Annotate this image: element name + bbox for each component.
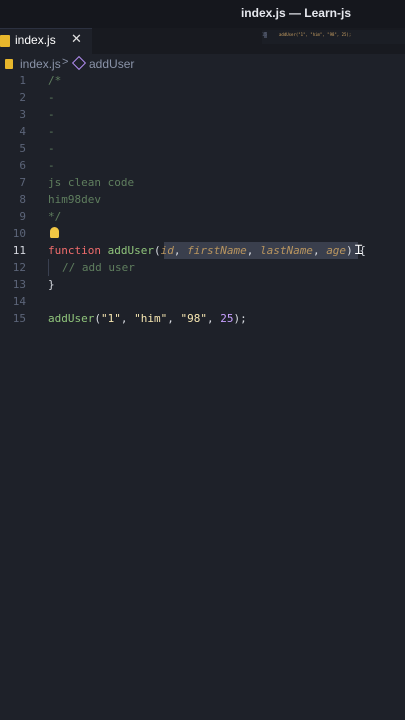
punctuation: ); [233,312,247,325]
parameter: id [160,244,174,257]
punctuation: ( [153,244,161,257]
chevron-right-icon: > [62,56,69,68]
number-literal: 25 [220,312,234,325]
parameter: lastName [259,244,313,257]
tab-index-js[interactable]: index.js ✕ [0,28,92,54]
parameter: firstName [187,244,247,257]
code-line: 10 [0,225,405,242]
line-number: 10 [12,227,26,240]
function-name: addUser [48,312,95,325]
punctuation: , [167,312,181,325]
code-line: 12 // add user [0,259,405,276]
line-number: 8 [19,193,26,206]
line-text: - [48,159,55,172]
js-file-icon [5,59,13,69]
js-file-icon [0,35,10,47]
minimap[interactable]: 15 addUser("1", "him", "98", 25); [262,30,405,44]
code-line-active: 11 function addUser(id, firstName, lastN… [0,242,405,259]
code-line: 15 addUser("1", "him", "98", 25); [0,310,405,327]
close-icon[interactable]: ✕ [71,32,82,47]
line-number: 3 [19,108,26,121]
line-number: 2 [19,91,26,104]
line-number: 7 [19,176,26,189]
line-text: function addUser(id, firstName, lastName… [48,242,366,259]
line-text: - [48,142,55,155]
line-text: - [48,125,55,138]
code-line: 13 } [0,276,405,293]
code-line: 9 */ [0,208,405,225]
line-text: } [48,278,55,291]
code-line: 7 js clean code [0,174,405,191]
symbol-method-icon [71,55,87,71]
breadcrumb: index.js > addUser [0,55,405,72]
title-bar: index.js — Learn-js [0,0,405,28]
punctuation: , [173,244,188,257]
string-literal: "1" [100,312,121,325]
line-number: 13 [12,278,26,291]
tab-label: index.js [15,33,56,47]
code-line: 4 - [0,123,405,140]
minimap-line-number: 15 [262,32,267,37]
string-literal: "98" [180,312,207,325]
line-text: - [48,108,55,121]
code-line: 5 - [0,140,405,157]
indent-guide [48,259,49,276]
breadcrumb-file[interactable]: index.js [20,57,61,71]
line-text: js clean code [48,176,135,189]
line-text: */ [48,210,62,223]
text-cursor-icon: Ɪ [355,243,363,258]
line-text: addUser("1", "him", "98", 25); [48,310,247,327]
line-number: 5 [19,142,26,155]
minimap-code: addUser("1", "him", "98", 25); [279,32,352,37]
line-number: 1 [19,74,26,87]
line-number: 12 [12,261,26,274]
code-line: 8 him98dev [0,191,405,208]
punctuation: , [246,244,260,257]
parameter: age [326,244,347,257]
lightbulb-icon[interactable] [50,227,59,238]
punctuation: , [120,312,135,325]
line-text: // add user [62,261,135,274]
punctuation: ( [94,312,101,325]
line-text: him98dev [48,193,101,206]
line-text: - [48,91,55,104]
line-number: 4 [19,125,26,138]
string-literal: "him" [134,312,168,325]
line-number: 11 [12,244,26,257]
punctuation: , [312,244,327,257]
code-line: 14 [0,293,405,310]
window-title: index.js — Learn-js [240,6,351,20]
line-number: 9 [19,210,26,223]
code-line: 1 /* [0,72,405,89]
line-text: /* [48,74,62,87]
breadcrumb-symbol[interactable]: addUser [89,57,134,71]
code-line: 3 - [0,106,405,123]
punctuation: , [206,312,221,325]
line-number: 6 [19,159,26,172]
keyword: function [48,244,101,257]
code-line: 6 - [0,157,405,174]
function-name: addUser [107,244,154,257]
line-number: 14 [12,295,26,308]
line-number: 15 [12,312,26,325]
code-line: 2 - [0,89,405,106]
code-editor[interactable]: 1 /* 2 - 3 - 4 - 5 - 6 - 7 js clean code… [0,72,405,332]
